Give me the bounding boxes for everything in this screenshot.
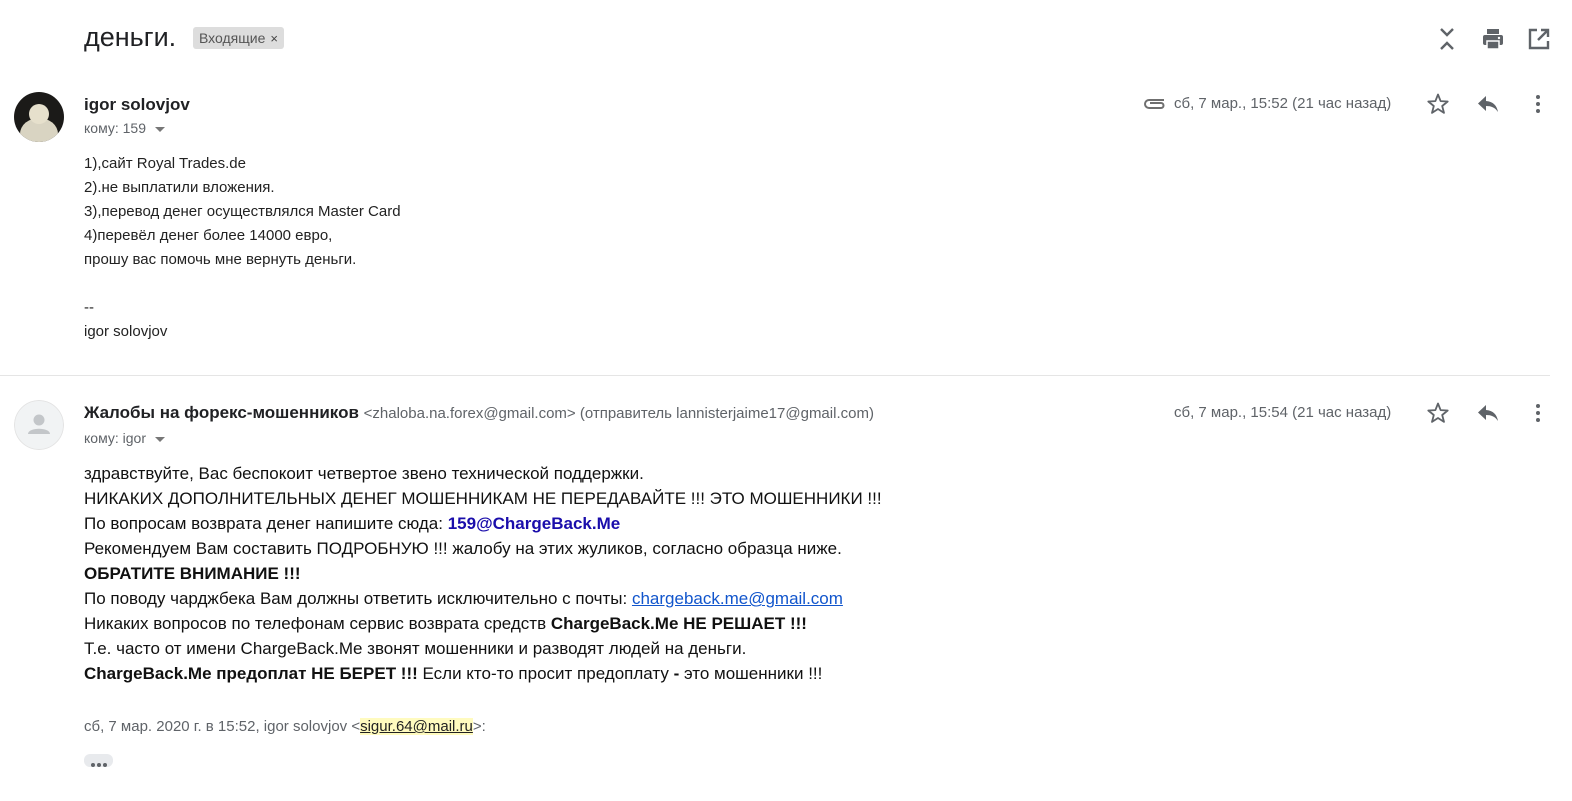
label-chip-text: Входящие bbox=[199, 30, 266, 46]
signature: igor solovjov bbox=[84, 323, 168, 340]
body-line: 1),сайт Royal Trades.de bbox=[84, 155, 246, 172]
body-line: По вопросам возврата денег напишите сюда… bbox=[84, 511, 882, 536]
message-1: igor solovjov кому: 159 сб, 7 мар., 15:5… bbox=[0, 80, 1572, 375]
recipient-details[interactable]: кому: 159 bbox=[84, 120, 165, 136]
dot bbox=[102, 763, 107, 767]
gmail-address-link[interactable]: chargeback.me@gmail.com bbox=[632, 589, 843, 608]
recipient-label: кому: 159 bbox=[84, 120, 146, 136]
sender-avatar[interactable] bbox=[14, 400, 64, 450]
message-2: Жалобы на форекс-мошенников <zhaloba.na.… bbox=[0, 388, 1572, 801]
sender-name-text: Жалобы на форекс-мошенников bbox=[84, 403, 359, 422]
message-body: здравствуйте, Вас беспокоит четвертое зв… bbox=[84, 461, 882, 686]
recipient-details[interactable]: кому: igor bbox=[84, 430, 165, 446]
dot bbox=[96, 763, 101, 767]
message-date: сб, 7 мар., 15:52 (21 час назад) bbox=[1174, 95, 1392, 112]
show-trimmed-content-button[interactable] bbox=[84, 754, 113, 767]
quoted-email-link[interactable]: sigur.64@mail.ru bbox=[360, 718, 473, 735]
chargeback-email-link[interactable]: 159@ChargeBack.Me bbox=[448, 514, 621, 533]
chevron-down-icon[interactable] bbox=[155, 126, 165, 132]
message-date: сб, 7 мар., 15:54 (21 час назад) bbox=[1174, 404, 1392, 421]
body-line: Рекомендуем Вам составить ПОДРОБНУЮ !!! … bbox=[84, 539, 842, 558]
body-line: Никаких вопросов по телефонам сервис воз… bbox=[84, 611, 882, 636]
body-bold-text: ChargeBack.Me предоплат НЕ БЕРЕТ !!! bbox=[84, 664, 418, 683]
sender-avatar[interactable] bbox=[14, 92, 64, 142]
chevron-down-icon[interactable] bbox=[154, 436, 165, 442]
body-line: здравствуйте, Вас беспокоит четвертое зв… bbox=[84, 464, 644, 483]
sender-name[interactable]: Жалобы на форекс-мошенников <zhaloba.na.… bbox=[84, 403, 874, 423]
recipient-label: кому: igor bbox=[84, 430, 146, 446]
body-text: По поводу чарджбека Вам должны ответить … bbox=[84, 589, 632, 608]
body-line: 3),перевод денег осуществлялся Master Ca… bbox=[84, 203, 401, 220]
thread-header: деньги. Входящие × bbox=[0, 0, 1572, 80]
message-body: 1),сайт Royal Trades.de 2).не выплатили … bbox=[84, 152, 401, 344]
quoted-header: сб, 7 мар. 2020 г. в 15:52, igor solovjo… bbox=[84, 718, 486, 735]
body-bold-text: ChargeBack.Me НЕ РЕШАЕТ !!! bbox=[550, 614, 807, 633]
body-text: это мошенники !!! bbox=[679, 664, 823, 683]
sender-email: <zhaloba.na.forex@gmail.com> (отправител… bbox=[363, 405, 874, 422]
body-line: 2).не выплатили вложения. bbox=[84, 179, 275, 196]
body-line bbox=[84, 272, 401, 296]
body-line: ChargeBack.Me предоплат НЕ БЕРЕТ !!! Есл… bbox=[84, 661, 882, 686]
collapse-all-icon[interactable] bbox=[1434, 26, 1460, 52]
more-options-icon[interactable] bbox=[1526, 401, 1550, 425]
star-icon[interactable] bbox=[1426, 92, 1450, 116]
body-line: ОБРАТИТЕ ВНИМАНИЕ !!! bbox=[84, 564, 301, 583]
dot bbox=[90, 763, 95, 767]
attachment-icon bbox=[1141, 92, 1165, 116]
reply-icon[interactable] bbox=[1476, 92, 1500, 116]
thread-subject: деньги. bbox=[84, 22, 177, 52]
quote-prefix: сб, 7 мар. 2020 г. в 15:52, igor solovjo… bbox=[84, 718, 361, 735]
body-line: Т.е. часто от имени ChargeBack.Me звонят… bbox=[84, 639, 747, 658]
body-line: 4)перевёл денег более 14000 евро, bbox=[84, 227, 333, 244]
reply-icon[interactable] bbox=[1476, 401, 1500, 425]
sender-name[interactable]: igor solovjov bbox=[84, 95, 190, 115]
more-options-icon[interactable] bbox=[1526, 92, 1550, 116]
open-in-new-window-icon[interactable] bbox=[1526, 26, 1552, 52]
label-remove-icon[interactable]: × bbox=[270, 31, 278, 46]
body-line: По поводу чарджбека Вам должны ответить … bbox=[84, 586, 882, 611]
message-divider bbox=[0, 375, 1550, 376]
body-line: НИКАКИХ ДОПОЛНИТЕЛЬНЫХ ДЕНЕГ МОШЕННИКАМ … bbox=[84, 489, 882, 508]
body-text: Никаких вопросов по телефонам сервис воз… bbox=[84, 614, 551, 633]
body-text: По вопросам возврата денег напишите сюда… bbox=[84, 514, 448, 533]
body-line: прошу вас помочь мне вернуть деньги. bbox=[84, 251, 357, 268]
body-text: Если кто-то просит предоплату bbox=[417, 664, 674, 683]
quote-suffix: >: bbox=[472, 718, 486, 735]
star-icon[interactable] bbox=[1426, 401, 1450, 425]
label-chip-inbox[interactable]: Входящие × bbox=[193, 27, 284, 49]
print-icon[interactable] bbox=[1480, 26, 1506, 52]
signature-separator: -- bbox=[84, 299, 94, 316]
